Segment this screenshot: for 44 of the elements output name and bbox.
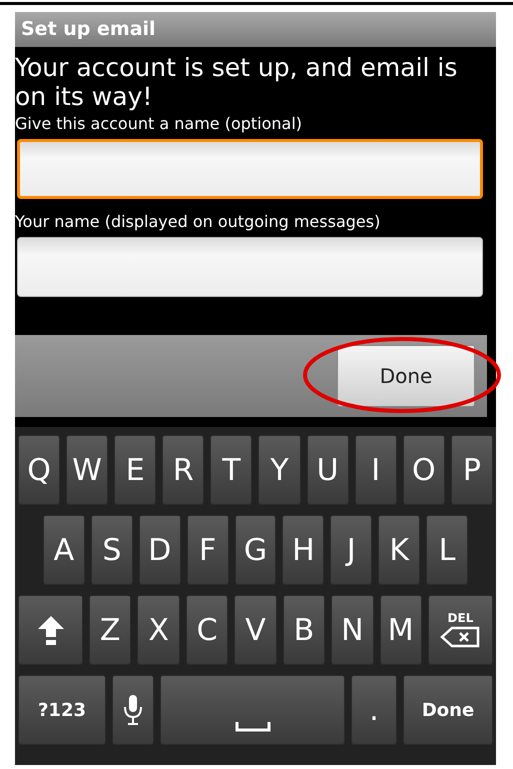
keyboard-key[interactable]: E — [114, 435, 156, 505]
keyboard-key[interactable]: D — [138, 515, 181, 585]
field-label: Your name (displayed on outgoing messages) — [15, 211, 382, 233]
text-field[interactable] — [17, 139, 483, 199]
keyboard-key[interactable]: K — [378, 515, 420, 585]
done-button[interactable]: Done — [337, 345, 475, 407]
heading: Your account is set up, and email is on its way! — [15, 53, 458, 111]
keyboard-key[interactable]: I — [354, 435, 397, 505]
keyboard-key[interactable]: C — [186, 595, 228, 665]
keyboard-key[interactable]: U — [306, 435, 349, 505]
keyboard-key[interactable]: R — [162, 435, 204, 505]
keyboard-key[interactable]: O — [402, 435, 445, 505]
keyboard-key[interactable]: N — [331, 595, 374, 665]
keyboard-key[interactable]: X — [137, 595, 180, 665]
delete-key[interactable]: DEL — [428, 595, 493, 665]
keyboard-key[interactable]: H — [282, 515, 324, 585]
keyboard-key[interactable]: . — [351, 675, 397, 745]
keyboard-key[interactable]: B — [282, 595, 326, 665]
keyboard-key[interactable]: G — [234, 515, 276, 585]
microphone-icon — [122, 694, 144, 726]
space-icon — [234, 722, 270, 732]
field-label: Give this account a name (optional) — [15, 113, 304, 135]
title: Set up email — [21, 17, 156, 42]
keyboard-key[interactable]: P — [450, 435, 493, 505]
keyboard-key[interactable]: Q — [18, 435, 60, 505]
keyboard-key[interactable]: V — [234, 595, 277, 665]
keyboard-key[interactable]: Z — [89, 595, 132, 665]
keyboard-key[interactable]: J — [330, 515, 372, 585]
keyboard-key[interactable]: M — [380, 595, 422, 665]
microphone-key[interactable] — [112, 675, 154, 745]
backspace-icon — [440, 626, 480, 648]
keyboard-key[interactable]: W — [66, 435, 108, 505]
done-key[interactable]: Done — [403, 675, 493, 745]
keyboard-key[interactable]: L — [426, 515, 468, 585]
keyboard-key[interactable]: T — [210, 435, 252, 505]
shift-key[interactable] — [18, 595, 83, 665]
keyboard-key[interactable]: S — [90, 515, 133, 585]
symbols-key[interactable]: ?123 — [18, 675, 106, 745]
keyboard-key[interactable]: Y — [258, 435, 301, 505]
shift-arrow-icon — [36, 615, 64, 645]
text-field[interactable] — [17, 237, 483, 297]
keyboard-key[interactable]: F — [186, 515, 229, 585]
keyboard-key[interactable]: A — [43, 515, 85, 585]
space-key[interactable] — [160, 675, 345, 745]
